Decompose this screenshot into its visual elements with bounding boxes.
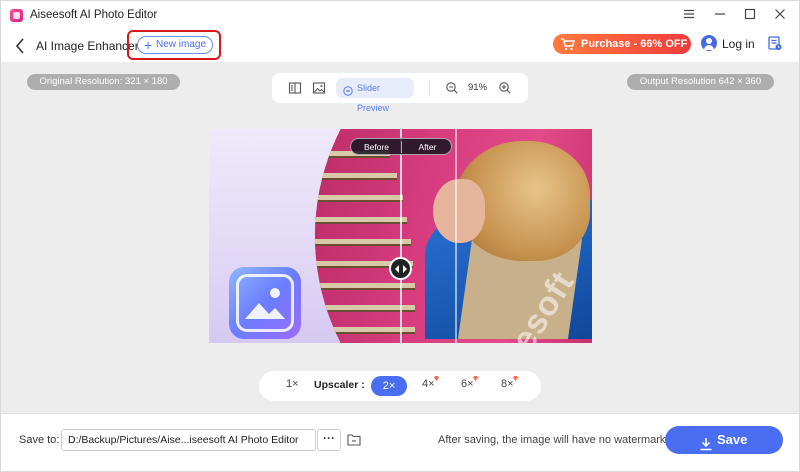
view-toolbar: Slider Preview 91% — [272, 73, 528, 113]
browse-more-button[interactable]: ··· — [317, 429, 341, 451]
premium-gem-icon — [513, 376, 518, 381]
zoom-out-icon[interactable] — [445, 81, 459, 95]
image-preview[interactable]: aiseesoft Before After — [209, 129, 592, 343]
window-title: Aiseesoft AI Photo Editor — [30, 9, 158, 21]
image-view-icon[interactable] — [312, 81, 326, 95]
toolbar-divider — [429, 81, 430, 95]
before-label: Before — [363, 142, 390, 152]
new-image-label: New image — [156, 39, 207, 50]
watermark-note: After saving, the image will have no wat… — [438, 434, 669, 446]
purchase-label: Purchase - 66% OFF — [581, 38, 688, 50]
slider-preview-label: Slider Preview — [357, 83, 390, 113]
upscaler-bar: 1× Upscaler : 2× 4× 6× 8× — [259, 371, 541, 401]
app-logo-icon — [10, 9, 23, 22]
download-icon — [699, 433, 713, 451]
slider-divider-line — [400, 129, 402, 343]
user-avatar-icon[interactable] — [701, 35, 717, 51]
slider-preview-icon — [343, 83, 353, 96]
save-button[interactable]: Save — [665, 426, 783, 454]
page-title: AI Image Enhancer — [36, 39, 139, 53]
save-path-field[interactable]: D:/Backup/Pictures/Aise...iseesoft AI Ph… — [61, 429, 316, 451]
original-resolution-badge: Original Resolution: 321 × 180 — [27, 74, 180, 90]
save-to-label: Save to: — [19, 434, 60, 446]
guide-line — [455, 129, 457, 343]
upscale-1x-option[interactable]: 1× — [286, 378, 299, 390]
output-resolution-badge: Output Resolution 642 × 360 — [627, 74, 774, 90]
new-image-highlight: + New image — [127, 30, 221, 60]
app-window: Aiseesoft AI Photo Editor AI Image Enhan… — [0, 0, 800, 472]
zoom-level: 91% — [468, 82, 488, 93]
close-icon[interactable] — [771, 7, 789, 25]
before-after-label: Before After — [350, 138, 452, 155]
app-header: AI Image Enhancer + New image Purchase -… — [1, 30, 799, 62]
back-arrow-icon[interactable] — [13, 36, 29, 56]
upscaler-label: Upscaler : — [314, 379, 365, 391]
split-view-icon[interactable] — [288, 81, 302, 95]
minimize-icon[interactable] — [711, 7, 729, 25]
task-list-icon[interactable] — [768, 36, 782, 51]
open-folder-icon[interactable] — [347, 433, 361, 446]
footer-bar: Save to: D:/Backup/Pictures/Aise...isees… — [1, 413, 799, 471]
upscale-4x-option[interactable]: 4× — [422, 376, 439, 390]
upscale-8x-option[interactable]: 8× — [501, 376, 518, 390]
title-bar: Aiseesoft AI Photo Editor — [1, 1, 799, 31]
new-image-button[interactable]: + New image — [137, 36, 213, 54]
login-link[interactable]: Log in — [722, 37, 755, 51]
slider-preview-button[interactable]: Slider Preview — [336, 78, 414, 113]
cart-icon — [560, 37, 576, 51]
upscale-6x-option[interactable]: 6× — [461, 376, 478, 390]
slider-handle[interactable] — [389, 257, 412, 280]
app-image-icon — [229, 267, 301, 339]
maximize-icon[interactable] — [741, 7, 759, 25]
premium-gem-icon — [473, 376, 478, 381]
plus-icon: + — [144, 37, 153, 53]
after-label: After — [418, 142, 437, 152]
purchase-button[interactable]: Purchase - 66% OFF — [553, 34, 691, 54]
zoom-in-icon[interactable] — [498, 81, 512, 95]
premium-gem-icon — [434, 376, 439, 381]
save-label: Save — [717, 432, 748, 447]
menu-icon[interactable] — [680, 7, 698, 25]
upscale-2x-option[interactable]: 2× — [371, 376, 407, 396]
